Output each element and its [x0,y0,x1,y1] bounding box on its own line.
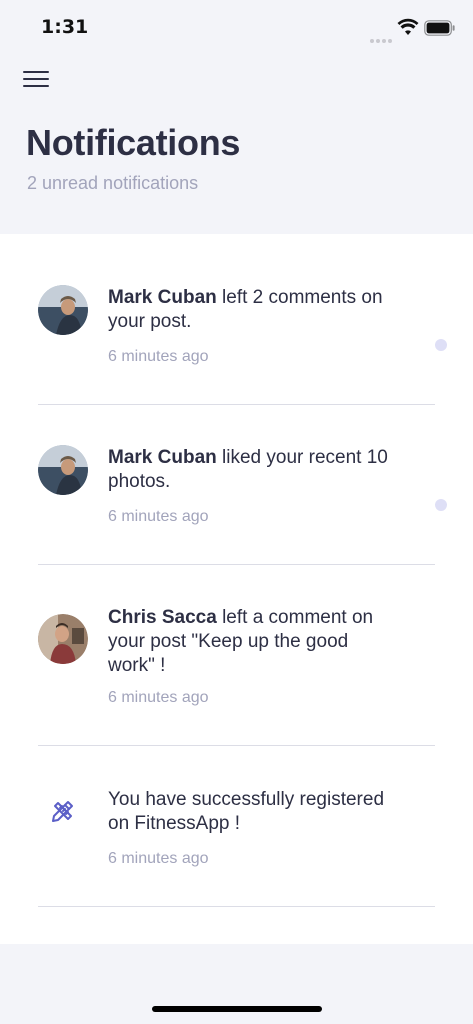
notification-message-line: left 2 comments on [216,287,383,308]
notification-item[interactable]: Chris Sacca left a comment on your post … [0,554,473,746]
status-time: 1:31 [41,16,89,38]
notification-message: Chris Sacca left a comment on your post … [108,606,428,678]
notification-message-line: your post "Keep up the good [108,631,349,652]
unread-count-subtitle: 2 unread notifications [27,173,199,193]
avatar [38,285,88,335]
battery-icon [424,20,455,36]
notification-item[interactable]: Mark Cuban liked your recent 10 photos. … [0,394,473,565]
notification-message-line: liked your recent 10 [216,447,388,468]
notification-message-line: work" ! [108,655,166,676]
notification-item[interactable]: Mark Cuban left 2 comments on your post.… [0,234,473,405]
notification-message-line: You have successfully registered [108,789,385,810]
cellular-signal-icon [370,30,394,43]
notification-message: Mark Cuban liked your recent 10 photos. [108,446,428,494]
notification-message: Mark Cuban left 2 comments on your post. [108,286,428,334]
notifications-list: Mark Cuban left 2 comments on your post.… [0,234,473,944]
notification-message-line: on FitnessApp ! [108,813,241,834]
home-indicator[interactable] [152,1006,322,1012]
notification-item[interactable]: You have successfully registered on Fitn… [0,746,473,916]
notification-author: Chris Sacca [108,607,217,628]
notification-time: 6 minutes ago [108,850,209,867]
notification-time: 6 minutes ago [108,508,209,525]
wifi-icon [397,18,419,35]
notification-time: 6 minutes ago [108,348,209,365]
notification-message: You have successfully registered on Fitn… [108,788,428,836]
notification-time: 6 minutes ago [108,689,209,706]
notification-message-line: your post. [108,311,192,332]
divider [38,906,435,907]
status-bar: 1:31 [0,0,473,56]
avatar [38,614,88,664]
avatar [38,445,88,495]
hamburger-menu-icon[interactable] [23,69,49,89]
unread-dot [435,339,447,351]
pencil-ruler-icon [52,801,73,822]
page-title: Notifications [26,122,241,163]
notification-author: Mark Cuban [108,447,217,468]
notification-message-line: left a comment on [216,607,374,628]
unread-dot [435,499,447,511]
notification-author: Mark Cuban [108,287,217,308]
notification-message-line: photos. [108,471,171,492]
